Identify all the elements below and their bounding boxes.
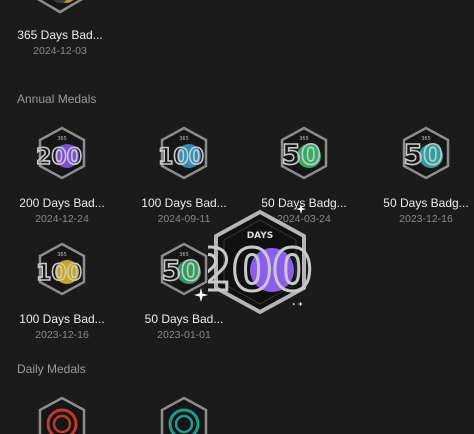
badge-label: 365 Days Bad... — [17, 28, 103, 42]
spotlight-number: 200 — [208, 236, 312, 304]
badge-label: 50 Days Badg... — [383, 196, 469, 210]
svg-text:365: 365 — [421, 136, 431, 142]
svg-text:365: 365 — [179, 252, 189, 258]
badge-4[interactable]: 100 365 100 Days Bad... 2023-12-16 — [2, 242, 122, 341]
badge-date: 2024-12-03 — [33, 45, 87, 57]
100-days-badge-icon: 100 365 — [37, 242, 86, 296]
50-days-badge-icon: 50365 — [281, 126, 328, 180]
badge-date: 2024-12-24 — [35, 213, 89, 225]
badge-date: 2023-12-16 — [35, 329, 89, 341]
svg-text:365: 365 — [299, 136, 309, 142]
badge-date: 2023-12-16 — [399, 213, 453, 225]
sparkle-icon — [296, 204, 306, 214]
badge-365-days[interactable]: 365 Days Bad... 2024-12-03 — [0, 0, 120, 57]
badge-0[interactable]: 200 365 200 Days Bad... 2024-12-24 — [2, 126, 122, 225]
badge-label: 200 Days Bad... — [19, 196, 105, 210]
section-annual-medals: Annual Medals — [17, 92, 97, 106]
daily-medal-teal-icon — [160, 396, 208, 434]
sparkle-icon — [292, 301, 303, 307]
section-daily-medals: Daily Medals — [17, 362, 86, 376]
svg-text:50: 50 — [404, 138, 443, 171]
badge-spotlight[interactable]: DAYS 200 — [190, 204, 314, 318]
svg-text:365: 365 — [179, 136, 189, 142]
200-days-badge-icon: 200 365 — [37, 126, 86, 180]
365-days-badge-icon — [36, 0, 84, 14]
badge-date: 2023-01-01 — [157, 329, 211, 341]
daily-badge-0[interactable] — [2, 396, 122, 434]
svg-text:50: 50 — [282, 138, 321, 171]
badge-label: 100 Days Bad... — [19, 312, 105, 326]
50-days-badge-icon: 50365 — [403, 126, 450, 180]
daily-medal-red-icon — [38, 396, 86, 434]
daily-badge-1[interactable] — [124, 396, 244, 434]
svg-text:100: 100 — [159, 145, 204, 170]
svg-text:365: 365 — [57, 136, 67, 142]
sparkle-icon — [194, 288, 208, 302]
svg-text:365: 365 — [57, 252, 67, 258]
badge-3[interactable]: 50 365 50 Days Badg... 2023-12-16 — [366, 126, 474, 225]
svg-text:100: 100 — [37, 261, 82, 286]
100-days-badge-icon: 100 365 — [159, 126, 208, 180]
svg-text:50: 50 — [162, 254, 201, 287]
svg-text:200: 200 — [37, 145, 82, 170]
